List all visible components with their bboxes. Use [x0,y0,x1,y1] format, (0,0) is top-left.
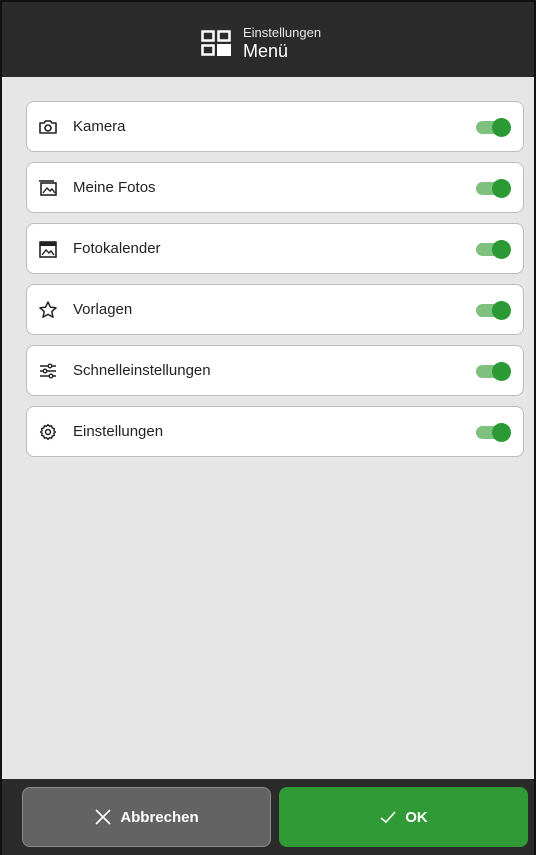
menu-item-label: Schnelleinstellungen [73,362,211,379]
menu-item-kamera[interactable]: Kamera [26,101,524,152]
toggle-kamera[interactable] [476,118,511,137]
toggle-meine-fotos[interactable] [476,179,511,198]
menu-item-label: Fotokalender [73,240,161,257]
toggle-thumb [492,240,511,259]
cancel-button[interactable]: Abbrechen [22,787,271,847]
toggle-thumb [492,301,511,320]
menu-item-einstellungen[interactable]: Einstellungen [26,406,524,457]
page-title: Menü [243,41,289,61]
sliders-icon [40,363,56,379]
check-icon [380,811,396,824]
toggle-thumb [492,423,511,442]
menu-item-label: Vorlagen [73,301,133,318]
cancel-button-label: Abbrechen [120,808,199,826]
camera-icon [39,120,57,134]
menu-item-list: Kamera Meine Fotos Fotokalender Vorlagen… [26,101,524,467]
menu-item-vorlagen[interactable]: Vorlagen [26,284,524,335]
menu-item-label: Einstellungen [73,423,164,440]
gear-icon [39,423,57,441]
footer-bar: Abbrechen OK [2,779,534,855]
menu-item-label: Meine Fotos [73,179,156,196]
toggle-fotokalender[interactable] [476,240,511,259]
star-icon [39,301,57,318]
photos-icon [39,180,57,196]
toggle-thumb [492,362,511,381]
close-icon [95,809,111,825]
toggle-vorlagen[interactable] [476,301,511,320]
ok-button[interactable]: OK [279,787,528,847]
header-subtitle: Einstellungen [243,25,322,40]
toggle-thumb [492,179,511,198]
calendar-photo-icon [39,241,57,258]
menu-item-schnelleinstellungen[interactable]: Schnelleinstellungen [26,345,524,396]
menu-item-meine-fotos[interactable]: Meine Fotos [26,162,524,213]
toggle-einstellungen[interactable] [476,423,511,442]
menu-item-label: Kamera [73,118,126,135]
menu-item-fotokalender[interactable]: Fotokalender [26,223,524,274]
app-frame: Einstellungen Menü Kamera Meine Fotos Fo… [0,0,536,855]
ok-button-label: OK [405,808,428,826]
toggle-schnelleinstellungen[interactable] [476,362,511,381]
toggle-thumb [492,118,511,137]
grid-icon [201,30,231,56]
header-bar: Einstellungen Menü [2,2,534,77]
